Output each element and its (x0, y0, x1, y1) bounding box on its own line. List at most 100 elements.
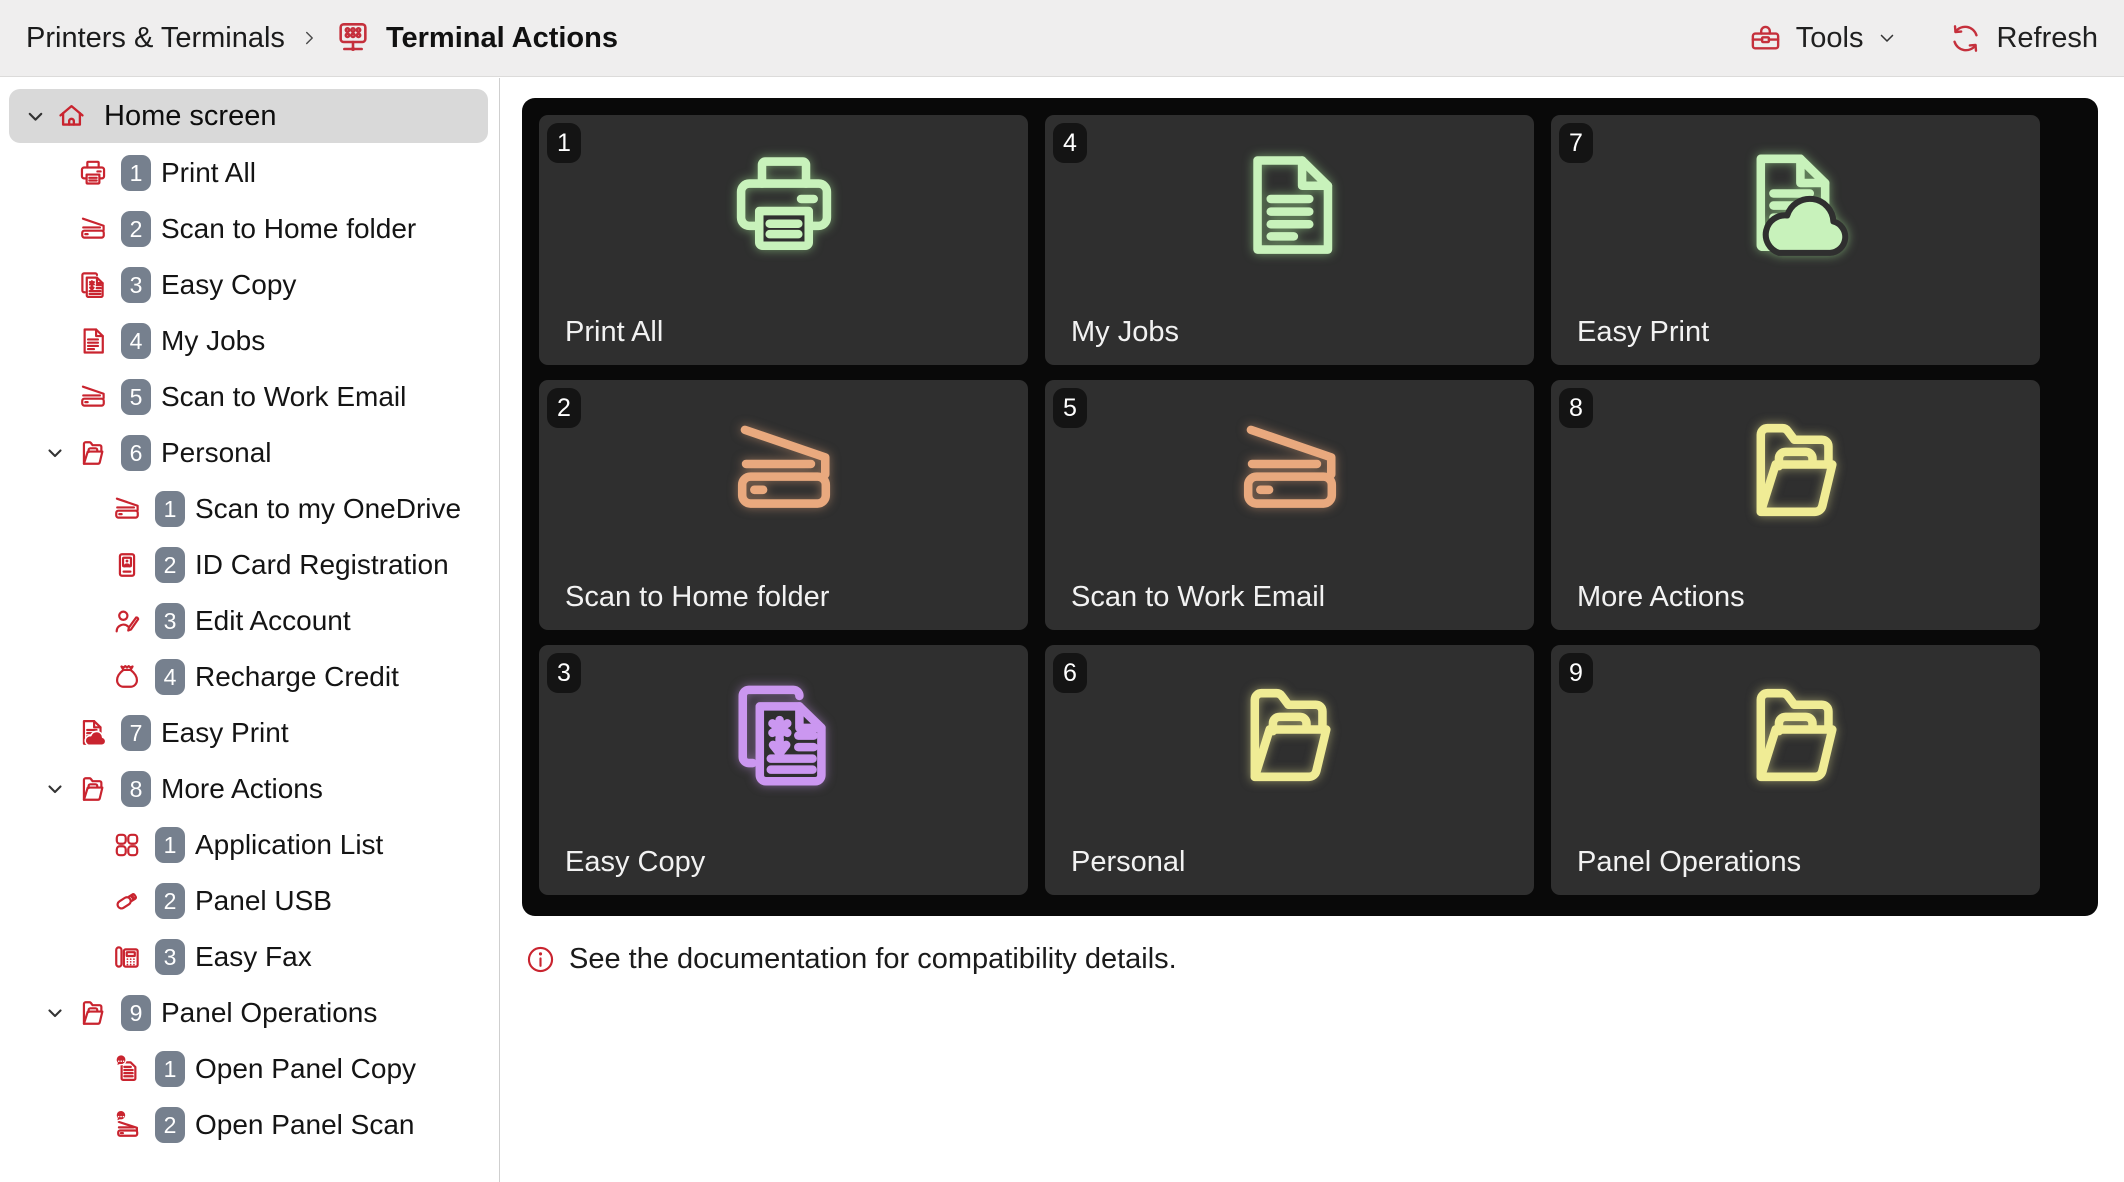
home-screen-preview-panel: 1 Print All 4 My Jobs 7 Easy Print 2 Sca… (522, 98, 2098, 916)
tree-item-my-jobs[interactable]: 4 My Jobs (0, 313, 499, 369)
tree-sidebar: Home screen 1 Print All 2 Scan to Home f… (0, 78, 500, 1182)
tree-item-open-panel-scan[interactable]: 2 Open Panel Scan (0, 1097, 499, 1153)
order-badge: 6 (121, 435, 151, 471)
tile-label: Scan to Home folder (565, 581, 829, 614)
open-folder-icon (76, 436, 110, 470)
tree-item-open-panel-copy[interactable]: 1 Open Panel Copy (0, 1041, 499, 1097)
tree-item-id-card-registration[interactable]: 2 ID Card Registration (0, 537, 499, 593)
order-badge: 3 (155, 939, 185, 975)
tile-label: Easy Copy (565, 846, 705, 879)
order-badge: 1 (155, 1051, 185, 1087)
tree-item-more-actions[interactable]: 8 More Actions (0, 761, 499, 817)
open-folder-icon (1730, 669, 1862, 801)
tile-label: Print All (565, 316, 663, 349)
tree-item-label: Personal (161, 437, 272, 469)
tile-panel-operations[interactable]: 9 Panel Operations (1551, 645, 2040, 895)
tile-number-badge: 7 (1559, 123, 1593, 163)
expander-chevron-icon[interactable] (43, 1001, 67, 1025)
order-badge: 3 (121, 267, 151, 303)
tile-number-badge: 8 (1559, 388, 1593, 428)
tree-item-label: Easy Fax (195, 941, 312, 973)
document-icon (1224, 139, 1356, 271)
tree-item-easy-copy[interactable]: 3 Easy Copy (0, 257, 499, 313)
app-grid-icon (110, 828, 144, 862)
tree-item-easy-print[interactable]: 7 Easy Print (0, 705, 499, 761)
tree-item-scan-to-work-email[interactable]: 5 Scan to Work Email (0, 369, 499, 425)
tile-label: Personal (1071, 846, 1185, 879)
tile-label: Easy Print (1577, 316, 1709, 349)
tree-item-label: Scan to Work Email (161, 381, 406, 413)
info-icon (524, 943, 557, 976)
tile-label: Scan to Work Email (1071, 581, 1325, 614)
tree-item-label: More Actions (161, 773, 323, 805)
expander-chevron-icon[interactable] (23, 104, 48, 129)
refresh-label: Refresh (1996, 22, 2098, 55)
order-badge: 2 (155, 1107, 185, 1143)
tree-item-recharge-credit[interactable]: 4 Recharge Credit (0, 649, 499, 705)
tree-item-home-screen[interactable]: Home screen (9, 89, 488, 143)
tree-item-label: Application List (195, 829, 383, 861)
tile-number-badge: 6 (1053, 653, 1087, 693)
toolbox-icon (1747, 20, 1784, 57)
tree-item-edit-account[interactable]: 3 Edit Account (0, 593, 499, 649)
tree-item-label: Home screen (104, 100, 276, 133)
printer-icon (76, 156, 110, 190)
tree-item-application-list[interactable]: 1 Application List (0, 817, 499, 873)
tree-item-label: My Jobs (161, 325, 265, 357)
money-bag-icon (110, 660, 144, 694)
tree-item-scan-to-home-folder[interactable]: 2 Scan to Home folder (0, 201, 499, 257)
order-badge: 4 (155, 659, 185, 695)
tree-item-personal[interactable]: 6 Personal (0, 425, 499, 481)
tree-item-easy-fax[interactable]: 3 Easy Fax (0, 929, 499, 985)
expander-chevron-icon[interactable] (43, 441, 67, 465)
tree-item-label: Open Panel Copy (195, 1053, 416, 1085)
tree-item-label: Edit Account (195, 605, 351, 637)
scanner-icon (76, 212, 110, 246)
order-badge: 4 (121, 323, 151, 359)
tile-label: My Jobs (1071, 316, 1179, 349)
tile-number-badge: 9 (1559, 653, 1593, 693)
tree-item-label: Easy Print (161, 717, 289, 749)
tile-more-actions[interactable]: 8 More Actions (1551, 380, 2040, 630)
tile-my-jobs[interactable]: 4 My Jobs (1045, 115, 1534, 365)
usb-stick-icon (110, 884, 144, 918)
order-badge: 2 (155, 547, 185, 583)
tree-item-label: ID Card Registration (195, 549, 449, 581)
open-folder-icon (76, 772, 110, 806)
tile-personal[interactable]: 6 Personal (1045, 645, 1534, 895)
tree-item-panel-usb[interactable]: 2 Panel USB (0, 873, 499, 929)
doc-cloud-icon (1730, 139, 1862, 271)
tools-button[interactable]: Tools (1747, 20, 1900, 57)
chevron-down-icon (1875, 26, 1899, 50)
compatibility-note-text: See the documentation for compatibility … (569, 943, 1177, 976)
tools-label: Tools (1796, 22, 1864, 55)
tree-item-scan-to-my-onedrive[interactable]: 1 Scan to my OneDrive (0, 481, 499, 537)
tile-scan-to-work-email[interactable]: 5 Scan to Work Email (1045, 380, 1534, 630)
scanner-icon (76, 380, 110, 414)
open-folder-icon (1730, 404, 1862, 536)
open-folder-icon (1224, 669, 1356, 801)
order-badge: 1 (155, 491, 185, 527)
tile-easy-print[interactable]: 7 Easy Print (1551, 115, 2040, 365)
scanner-icon (110, 492, 144, 526)
breadcrumb-section[interactable]: Printers & Terminals (26, 22, 285, 55)
tile-scan-to-home-folder[interactable]: 2 Scan to Home folder (539, 380, 1028, 630)
order-badge: 9 (121, 995, 151, 1031)
compatibility-note: See the documentation for compatibility … (524, 943, 1177, 976)
copy-docs-icon (76, 268, 110, 302)
scan-bubble-icon (110, 1108, 144, 1142)
tile-print-all[interactable]: 1 Print All (539, 115, 1028, 365)
tile-easy-copy[interactable]: 3 Easy Copy (539, 645, 1028, 895)
expander-chevron-icon[interactable] (43, 777, 67, 801)
terminal-icon (333, 18, 373, 58)
order-badge: 8 (121, 771, 151, 807)
order-badge: 2 (121, 211, 151, 247)
tile-label: Panel Operations (1577, 846, 1801, 879)
tree-item-label: Panel Operations (161, 997, 377, 1029)
tile-number-badge: 3 (547, 653, 581, 693)
printer-icon (718, 139, 850, 271)
tile-number-badge: 1 (547, 123, 581, 163)
refresh-button[interactable]: Refresh (1947, 20, 2098, 57)
tree-item-panel-operations[interactable]: 9 Panel Operations (0, 985, 499, 1041)
tree-item-print-all[interactable]: 1 Print All (0, 145, 499, 201)
